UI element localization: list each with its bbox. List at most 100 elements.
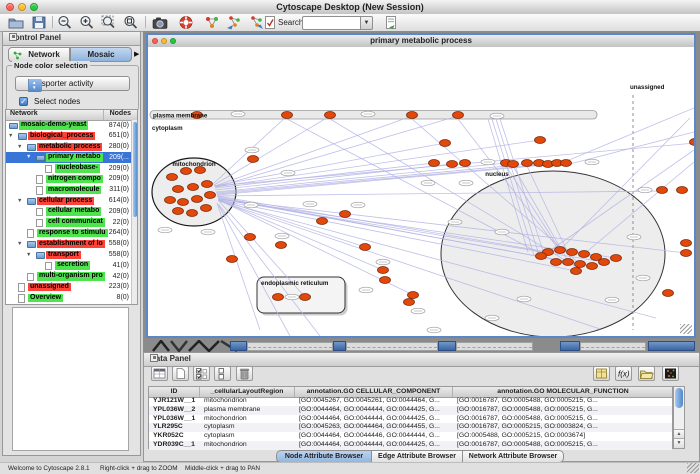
table-cell[interactable]: [GO:0016787, GO:0005488, GO:0005215, G..… <box>453 441 674 450</box>
graph-node[interactable] <box>173 186 184 193</box>
network-overview-button[interactable] <box>204 15 220 30</box>
graph-node[interactable] <box>447 161 458 168</box>
table-cell[interactable]: YKR052C <box>149 432 200 441</box>
graph-node[interactable] <box>192 196 203 203</box>
graph-node[interactable] <box>522 160 533 167</box>
table-cell[interactable]: YLR295C <box>149 423 200 432</box>
scroll-down-button[interactable]: ▼ <box>674 438 684 448</box>
hidden-window-fragment[interactable] <box>648 341 695 351</box>
float-panel-icon[interactable] <box>9 33 17 41</box>
tree-row[interactable]: response to stimulu264(0) <box>6 228 132 239</box>
table-column-header[interactable]: ID <box>149 387 200 397</box>
table-cell[interactable]: [GO:0044464, GO:0044446, GO:0044444, G..… <box>295 432 453 441</box>
zoom-fit-button[interactable] <box>123 15 139 30</box>
tree-row[interactable]: nitrogen compo209(0) <box>6 174 132 185</box>
graph-node[interactable] <box>173 208 184 215</box>
graph-node[interactable] <box>587 263 598 270</box>
graph-node[interactable] <box>205 192 216 199</box>
expand-toggle-icon[interactable]: ▼ <box>26 154 31 160</box>
import-attribute-table-button[interactable] <box>593 366 610 381</box>
table-cell[interactable]: YDR039C__1 <box>149 441 200 450</box>
open-file-button[interactable] <box>8 15 24 30</box>
node-color-dropdown[interactable]: transporter activity ▲▼ <box>15 76 130 91</box>
more-tabs-arrow[interactable]: ▶ <box>134 50 139 58</box>
table-row[interactable]: YLR295Ccytoplasm[GO:0045263, GO:0044464,… <box>149 423 672 432</box>
graph-node[interactable] <box>178 199 189 206</box>
graph-node[interactable] <box>380 277 391 284</box>
annotation-button[interactable] <box>262 15 278 30</box>
expand-toggle-icon[interactable]: ▼ <box>8 133 13 139</box>
graph-node[interactable] <box>561 160 572 167</box>
table-cell[interactable]: [GO:0016787, GO:0005215, GO:0003824, G..… <box>453 423 674 432</box>
table-scrollbar[interactable]: ▲ ▼ <box>673 386 685 449</box>
graph-node[interactable] <box>378 267 389 274</box>
select-attributes-button[interactable] <box>193 366 210 381</box>
search-input[interactable] <box>302 16 360 30</box>
graph-node[interactable] <box>563 259 574 266</box>
graph-node[interactable] <box>317 218 328 225</box>
graph-node[interactable] <box>681 250 692 257</box>
search-dropdown-button[interactable]: ▼ <box>360 16 373 30</box>
graph-node[interactable] <box>202 181 213 188</box>
hidden-window-fragment[interactable] <box>333 341 346 351</box>
hidden-window-fragment[interactable] <box>438 341 456 351</box>
graph-node[interactable] <box>187 210 198 217</box>
expand-toggle-icon[interactable]: ▼ <box>17 198 22 204</box>
tree-row[interactable]: ▼primary metabo209(... <box>6 152 132 163</box>
network-graph[interactable]: plasma membranecytoplasmmitochondrionnuc… <box>148 47 694 336</box>
graph-node[interactable] <box>571 268 582 275</box>
table-cell[interactable]: [GO:0045267, GO:0045261, GO:0044464, G..… <box>295 397 453 406</box>
graph-node[interactable] <box>657 187 668 194</box>
table-cell[interactable]: [GO:0016787, GO:0005488, GO:0005215, G..… <box>453 406 674 415</box>
window-resize-grip[interactable] <box>680 324 692 334</box>
scrollbar-thumb[interactable] <box>675 388 683 408</box>
select-nodes-checkbox[interactable]: ✓ <box>19 97 28 106</box>
table-column-header[interactable]: annotation.GO MOLECULAR_FUNCTION <box>453 387 674 397</box>
table-cell[interactable]: mitochondrion <box>200 397 295 406</box>
hidden-window-fragment[interactable] <box>346 342 438 351</box>
tree-row[interactable]: cell communicat22(0) <box>6 217 132 228</box>
graph-node[interactable] <box>360 244 371 251</box>
graph-node[interactable] <box>276 242 287 249</box>
table-row[interactable]: YJR121W__1mitochondrion[GO:0045267, GO:0… <box>149 397 672 406</box>
tree-row[interactable]: macromolecule311(0) <box>6 185 132 196</box>
function-builder-button[interactable]: f(x) <box>615 366 632 381</box>
attribute-matrix-button[interactable] <box>662 366 679 381</box>
table-cell[interactable]: mitochondrion <box>200 415 295 424</box>
graph-node[interactable] <box>404 299 415 306</box>
table-row[interactable]: YPL036W__2plasma membrane[GO:0044464, GO… <box>149 406 672 415</box>
graph-node[interactable] <box>201 205 212 212</box>
table-cell[interactable]: [GO:0005488, GO:0005215, GO:0003674] <box>453 432 674 441</box>
graph-node[interactable] <box>429 160 440 167</box>
open-attribute-file-button[interactable] <box>638 366 655 381</box>
graph-node[interactable] <box>579 251 590 258</box>
graph-node[interactable] <box>453 112 464 119</box>
save-session-button[interactable] <box>31 15 47 30</box>
graph-node[interactable] <box>408 292 419 299</box>
graph-node[interactable] <box>273 294 284 301</box>
graph-node[interactable] <box>188 184 199 191</box>
unselect-attributes-button[interactable] <box>214 366 231 381</box>
tree-scrollbar[interactable] <box>131 120 137 304</box>
graph-node[interactable] <box>551 259 562 266</box>
tab-mosaic[interactable]: Mosaic <box>70 47 132 62</box>
zoom-selected-button[interactable] <box>101 15 117 30</box>
graph-node[interactable] <box>227 256 238 263</box>
table-cell[interactable]: cytoplasm <box>200 423 295 432</box>
graph-node[interactable] <box>440 140 451 147</box>
tree-row[interactable]: ▼biological_process651(0) <box>6 131 132 142</box>
table-cell[interactable]: [GO:0016787, GO:0005488, GO:0005215, G..… <box>453 397 674 406</box>
graph-node[interactable] <box>407 112 418 119</box>
graph-node[interactable] <box>535 137 546 144</box>
zoom-out-button[interactable] <box>57 15 73 30</box>
attribute-grid-button[interactable] <box>151 366 168 381</box>
hidden-window-fragment[interactable] <box>230 341 247 351</box>
graph-node[interactable] <box>181 168 192 175</box>
delete-attribute-button[interactable] <box>236 366 253 381</box>
app-resize-grip[interactable] <box>687 463 699 473</box>
table-cell[interactable]: mitochondrion <box>200 441 295 450</box>
table-row[interactable]: YPL036W__1mitochondrion[GO:0044464, GO:0… <box>149 415 672 424</box>
graph-node[interactable] <box>536 253 547 260</box>
tree-row[interactable]: secretion41(0) <box>6 260 132 271</box>
tab-network[interactable]: Network <box>8 47 70 62</box>
